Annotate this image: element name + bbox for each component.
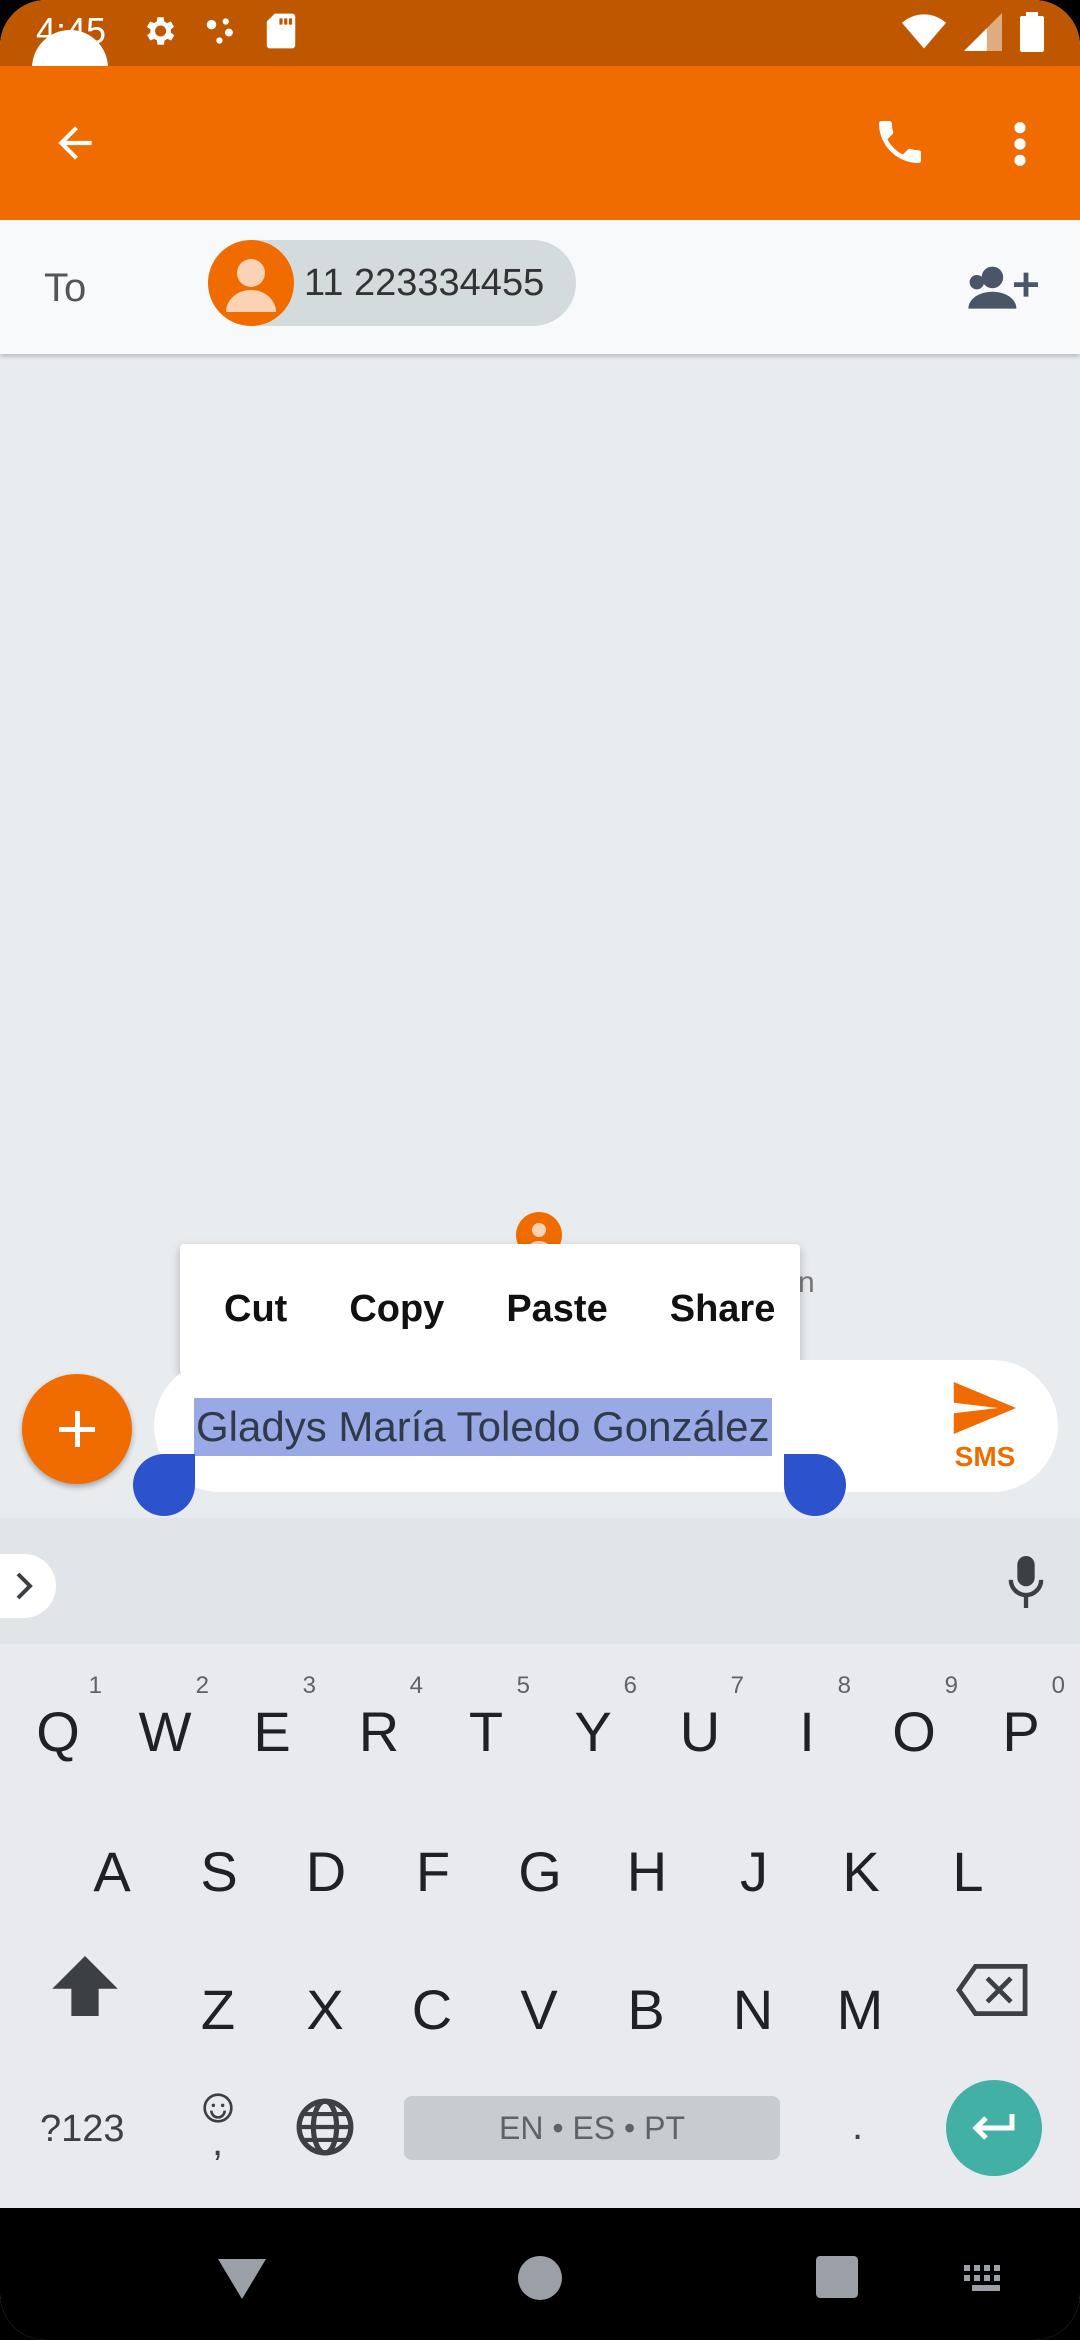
key-f[interactable]: F	[383, 1822, 483, 1922]
key-hint: 7	[730, 1672, 744, 1699]
copy-menu-item[interactable]: Copy	[349, 1288, 444, 1331]
recents-square-icon[interactable]	[816, 2256, 858, 2298]
key-e[interactable]: E3	[222, 1674, 322, 1782]
key-i[interactable]: I8	[757, 1674, 857, 1782]
key-n[interactable]: N	[703, 1960, 803, 2060]
key-hint: 0	[1051, 1672, 1065, 1699]
gear-icon	[146, 17, 175, 45]
attach-button[interactable]	[22, 1374, 132, 1484]
key-g[interactable]: G	[490, 1822, 590, 1922]
phone-icon[interactable]	[872, 114, 928, 170]
screen: 4:45 To 11 223334455 n	[0, 0, 1080, 2340]
enter-arrow-icon	[972, 2114, 1015, 2140]
symbols-key[interactable]: ?123	[40, 2108, 125, 2151]
wifi-icon	[902, 14, 946, 49]
key-x[interactable]: X	[275, 1960, 375, 2060]
key-hint: 4	[409, 1672, 423, 1699]
status-icons-right	[902, 12, 1044, 52]
key-o[interactable]: O9	[864, 1674, 964, 1782]
paste-menu-item[interactable]: Paste	[506, 1288, 607, 1331]
add-contact-icon[interactable]	[966, 262, 1038, 312]
backspace-key-icon[interactable]	[956, 1964, 1028, 2016]
cut-menu-item[interactable]: Cut	[224, 1288, 287, 1331]
assistant-dots-icon	[206, 18, 233, 44]
sd-card-icon	[266, 13, 296, 49]
key-c[interactable]: C	[382, 1960, 482, 2060]
status-icons-left	[140, 12, 298, 50]
key-v[interactable]: V	[489, 1960, 589, 2060]
key-m[interactable]: M	[810, 1960, 910, 2060]
key-d[interactable]: D	[276, 1822, 376, 1922]
keyboard-toolbar	[0, 1518, 1080, 1644]
plus-icon	[59, 1411, 95, 1447]
chevron-right-icon	[16, 1572, 33, 1600]
navigation-bar	[0, 2208, 1080, 2340]
key-hint: 2	[195, 1672, 209, 1699]
message-text-selected[interactable]: Gladys María Toledo González	[194, 1398, 772, 1456]
key-r[interactable]: R4	[329, 1674, 429, 1782]
status-bar: 4:45	[0, 0, 1080, 106]
key-z[interactable]: Z	[168, 1960, 268, 2060]
key-j[interactable]: J	[704, 1822, 804, 1922]
enter-key[interactable]	[946, 2080, 1042, 2176]
key-u[interactable]: U7	[650, 1674, 750, 1782]
key-a[interactable]: A	[62, 1822, 162, 1922]
selection-handle-end[interactable]	[784, 1454, 846, 1516]
key-k[interactable]: K	[811, 1822, 911, 1922]
key-t[interactable]: T5	[436, 1674, 536, 1782]
contact-avatar-icon	[208, 240, 294, 326]
recipient-row: To 11 223334455	[0, 220, 1080, 354]
recipient-number: 11 223334455	[304, 262, 545, 304]
app-bar	[0, 66, 1080, 220]
key-hint: 9	[944, 1672, 958, 1699]
message-input[interactable]: Gladys María Toledo González SMS	[154, 1360, 1058, 1492]
share-menu-item[interactable]: Share	[670, 1288, 776, 1331]
more-options-icon[interactable]	[1002, 116, 1038, 172]
key-hint: 1	[88, 1672, 102, 1699]
send-label: SMS	[954, 1441, 1016, 1472]
text-selection-menu: Cut Copy Paste Share	[180, 1244, 800, 1374]
period-key[interactable]: .	[852, 2104, 863, 2149]
send-icon	[953, 1382, 1017, 1434]
shift-key-icon[interactable]	[52, 1956, 118, 2016]
globe-icon[interactable]	[294, 2096, 356, 2158]
battery-icon	[1020, 12, 1044, 52]
space-key[interactable]: EN • ES • PT	[404, 2096, 780, 2160]
key-hint: 5	[516, 1672, 530, 1699]
send-sms-button[interactable]: SMS	[940, 1382, 1030, 1473]
back-triangle-icon[interactable]	[218, 2258, 266, 2300]
keyboard-expand-button[interactable]	[0, 1554, 56, 1618]
key-y[interactable]: Y6	[543, 1674, 643, 1782]
key-b[interactable]: B	[596, 1960, 696, 2060]
back-arrow-icon[interactable]	[50, 118, 100, 168]
home-circle-icon[interactable]	[518, 2256, 562, 2300]
keyboard: Q1W2E3R4T5Y6U7I8O9P0 ASDFGHJKL ZXCVBNM ?…	[0, 1518, 1080, 2208]
key-hint: 8	[837, 1672, 851, 1699]
cell-signal-icon	[964, 13, 1002, 51]
microphone-icon[interactable]	[1006, 1556, 1046, 1608]
key-h[interactable]: H	[597, 1822, 697, 1922]
key-l[interactable]: L	[918, 1822, 1018, 1922]
key-q[interactable]: Q1	[8, 1674, 108, 1782]
keyboard-switch-icon[interactable]	[964, 2264, 1008, 2294]
key-s[interactable]: S	[169, 1822, 269, 1922]
key-hint: 3	[302, 1672, 316, 1699]
to-label: To	[44, 266, 87, 310]
comma-key[interactable]: ,	[212, 2120, 223, 2165]
hidden-text-fragment: n	[798, 1266, 815, 1299]
key-w[interactable]: W2	[115, 1674, 215, 1782]
selection-handle-start[interactable]	[133, 1454, 195, 1516]
key-hint: 6	[623, 1672, 637, 1699]
recipient-chip[interactable]: 11 223334455	[208, 240, 576, 326]
key-p[interactable]: P0	[971, 1674, 1071, 1782]
